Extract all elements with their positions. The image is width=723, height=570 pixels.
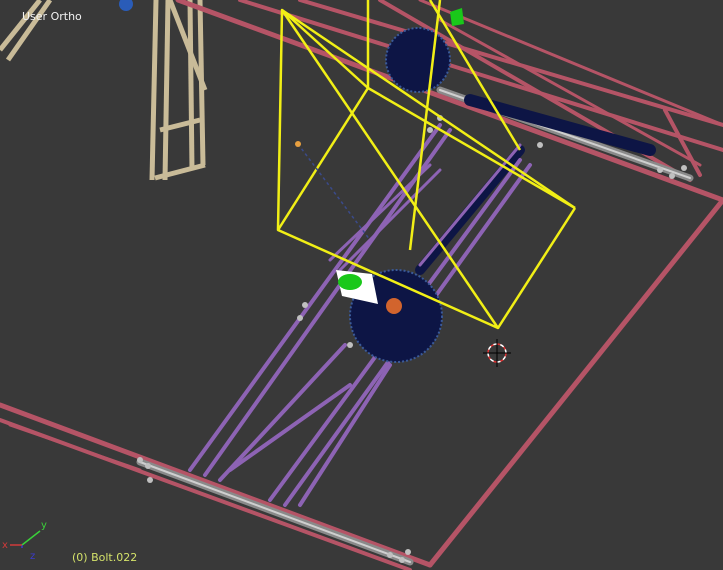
object-origin-point[interactable] (295, 141, 301, 147)
3d-viewport[interactable]: y z x User Ortho (0) Bolt.022 (0, 0, 723, 570)
gizmo-z-label: z (30, 551, 35, 562)
axes-gizmo-icon: y z x (2, 520, 47, 562)
view-label: User Ortho (22, 10, 82, 23)
wooden-tower[interactable] (0, 0, 208, 181)
scene-canvas[interactable]: y z x (0, 0, 723, 570)
blue-gear[interactable] (119, 0, 133, 11)
active-object-label: (0) Bolt.022 (72, 551, 138, 564)
camera-target-line (297, 143, 371, 241)
3d-cursor-icon[interactable] (483, 339, 511, 367)
gizmo-x-label: x (2, 540, 8, 551)
gizmo-y-label: y (41, 520, 47, 531)
